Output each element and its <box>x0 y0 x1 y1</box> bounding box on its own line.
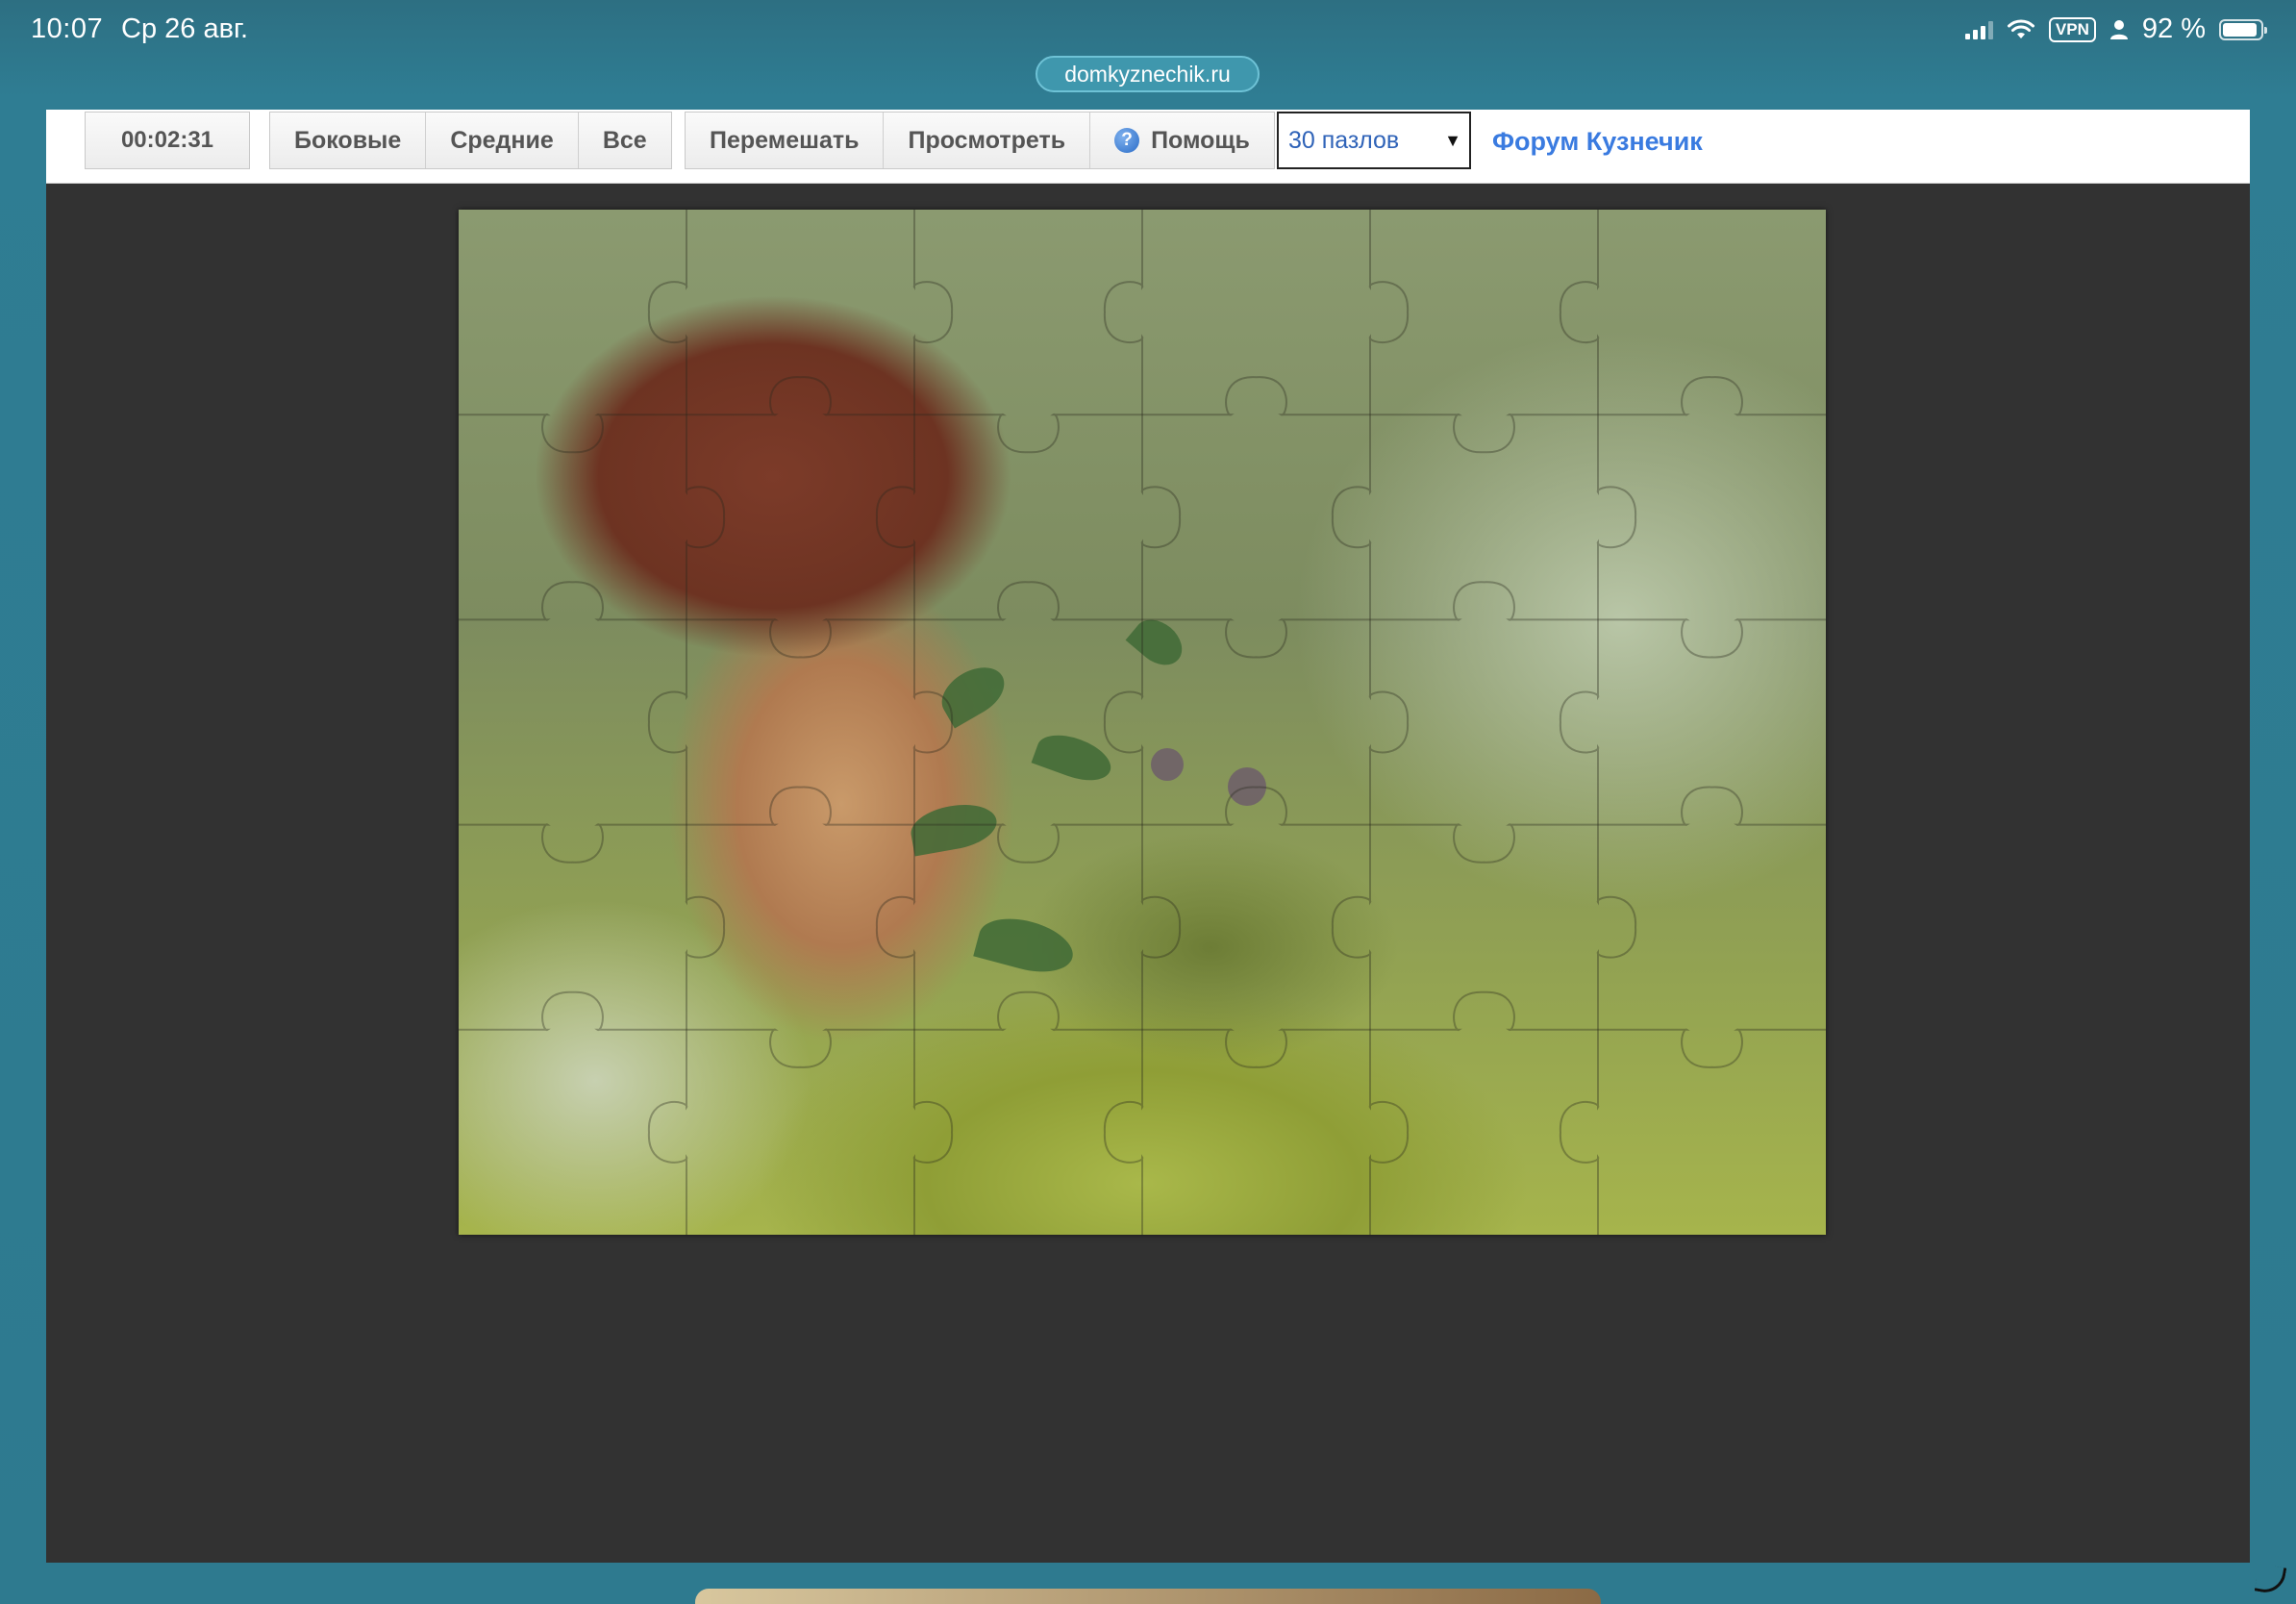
piece-seam-horizontal <box>1598 618 1826 659</box>
cellular-signal-icon <box>1964 20 1993 39</box>
shuffle-button[interactable]: Перемешать <box>686 113 885 168</box>
piece-seam-vertical <box>1596 414 1637 620</box>
piece-seam-vertical <box>1140 414 1182 620</box>
piece-seam-horizontal <box>1142 1028 1370 1068</box>
address-bar-url[interactable]: domkyznechik.ru <box>1036 56 1260 92</box>
piece-seam-vertical <box>1368 1029 1410 1235</box>
piece-seam-vertical <box>912 619 954 825</box>
piece-seam-vertical <box>685 824 726 1030</box>
piece-seam-vertical <box>1331 824 1372 1030</box>
piece-seam-horizontal <box>1142 618 1370 659</box>
help-icon: ? <box>1114 128 1140 153</box>
person-icon <box>2109 19 2128 39</box>
edge-pieces-button[interactable]: Боковые <box>270 113 427 168</box>
piece-seam-vertical <box>647 619 688 825</box>
piece-seam-horizontal <box>459 990 686 1031</box>
scroll-indicator-icon <box>2254 1563 2287 1596</box>
piece-seam-horizontal <box>686 1028 914 1068</box>
wifi-icon <box>2007 18 2034 38</box>
action-button-group: Перемешать Просмотреть ? Помощь <box>685 112 1275 169</box>
piece-seam-horizontal <box>459 414 686 454</box>
piece-seam-vertical <box>685 414 726 620</box>
piece-seam-horizontal <box>686 786 914 826</box>
piece-seam-vertical <box>1559 1029 1600 1235</box>
battery-icon <box>2219 18 2267 40</box>
piece-seam-horizontal <box>686 376 914 416</box>
piece-seam-horizontal <box>1598 1028 1826 1068</box>
status-time: 10:07 <box>31 13 104 44</box>
piece-seam-horizontal <box>914 414 1142 454</box>
piece-seam-vertical <box>1559 210 1600 415</box>
piece-seam-horizontal <box>1142 786 1370 826</box>
piece-seam-vertical <box>912 1029 954 1235</box>
piece-seam-vertical <box>1331 414 1372 620</box>
piece-seam-horizontal <box>1142 376 1370 416</box>
next-image-thumbnail[interactable] <box>695 1589 1601 1604</box>
ios-status-bar: 10:07 Ср 26 авг. VPN 92 % <box>0 0 2296 62</box>
piece-seam-vertical <box>1368 619 1410 825</box>
web-page: 00:02:31 Боковые Средние Все Перемешать … <box>46 110 2250 1563</box>
piece-seam-horizontal <box>1370 990 1598 1031</box>
piece-seam-vertical <box>875 414 916 620</box>
status-date: Ср 26 авг. <box>121 13 249 44</box>
piece-seam-horizontal <box>1370 581 1598 621</box>
puzzle-board[interactable] <box>459 210 1826 1235</box>
piece-seam-horizontal <box>1598 786 1826 826</box>
piece-seam-horizontal <box>1370 823 1598 864</box>
timer-display: 00:02:31 <box>85 112 250 169</box>
middle-pieces-button[interactable]: Средние <box>426 113 579 168</box>
preview-button[interactable]: Просмотреть <box>884 113 1091 168</box>
piece-seam-horizontal <box>459 581 686 621</box>
forum-link[interactable]: Форум Кузнечик <box>1492 127 1703 157</box>
piece-seam-vertical <box>912 210 954 415</box>
filter-button-group: Боковые Средние Все <box>269 112 672 169</box>
piece-seam-horizontal <box>914 990 1142 1031</box>
piece-seam-horizontal <box>459 823 686 864</box>
piece-seam-vertical <box>1103 210 1144 415</box>
puzzle-toolbar: 00:02:31 Боковые Средние Все Перемешать … <box>46 110 2250 184</box>
dropdown-arrow-icon: ▼ <box>1444 131 1461 150</box>
screen: 10:07 Ср 26 авг. VPN 92 % domkyznechik.r… <box>0 0 2296 1604</box>
piece-seam-horizontal <box>914 823 1142 864</box>
help-button-label: Помощь <box>1151 126 1250 154</box>
piece-seam-vertical <box>647 210 688 415</box>
puzzle-piece-outlines <box>459 210 1826 1235</box>
piece-seam-vertical <box>1103 619 1144 825</box>
help-button[interactable]: ? Помощь <box>1090 113 1274 168</box>
piece-seam-horizontal <box>686 618 914 659</box>
battery-percent: 92 % <box>2141 13 2206 44</box>
status-indicators: VPN 92 % <box>1964 13 2267 45</box>
piece-seam-vertical <box>875 824 916 1030</box>
piece-seam-horizontal <box>914 581 1142 621</box>
piece-seam-vertical <box>1559 619 1600 825</box>
vpn-badge: VPN <box>2048 16 2096 42</box>
piece-seam-vertical <box>1103 1029 1144 1235</box>
piece-seam-horizontal <box>1370 414 1598 454</box>
all-pieces-button[interactable]: Все <box>579 113 671 168</box>
piece-seam-vertical <box>1140 824 1182 1030</box>
piece-seam-vertical <box>647 1029 688 1235</box>
pieces-count-value: 30 пазлов <box>1288 126 1400 154</box>
piece-seam-vertical <box>1368 210 1410 415</box>
battery-fill <box>2223 22 2257 37</box>
pieces-count-select[interactable]: 30 пазлов ▼ <box>1277 112 1471 169</box>
piece-seam-vertical <box>1596 824 1637 1030</box>
piece-seam-horizontal <box>1598 376 1826 416</box>
